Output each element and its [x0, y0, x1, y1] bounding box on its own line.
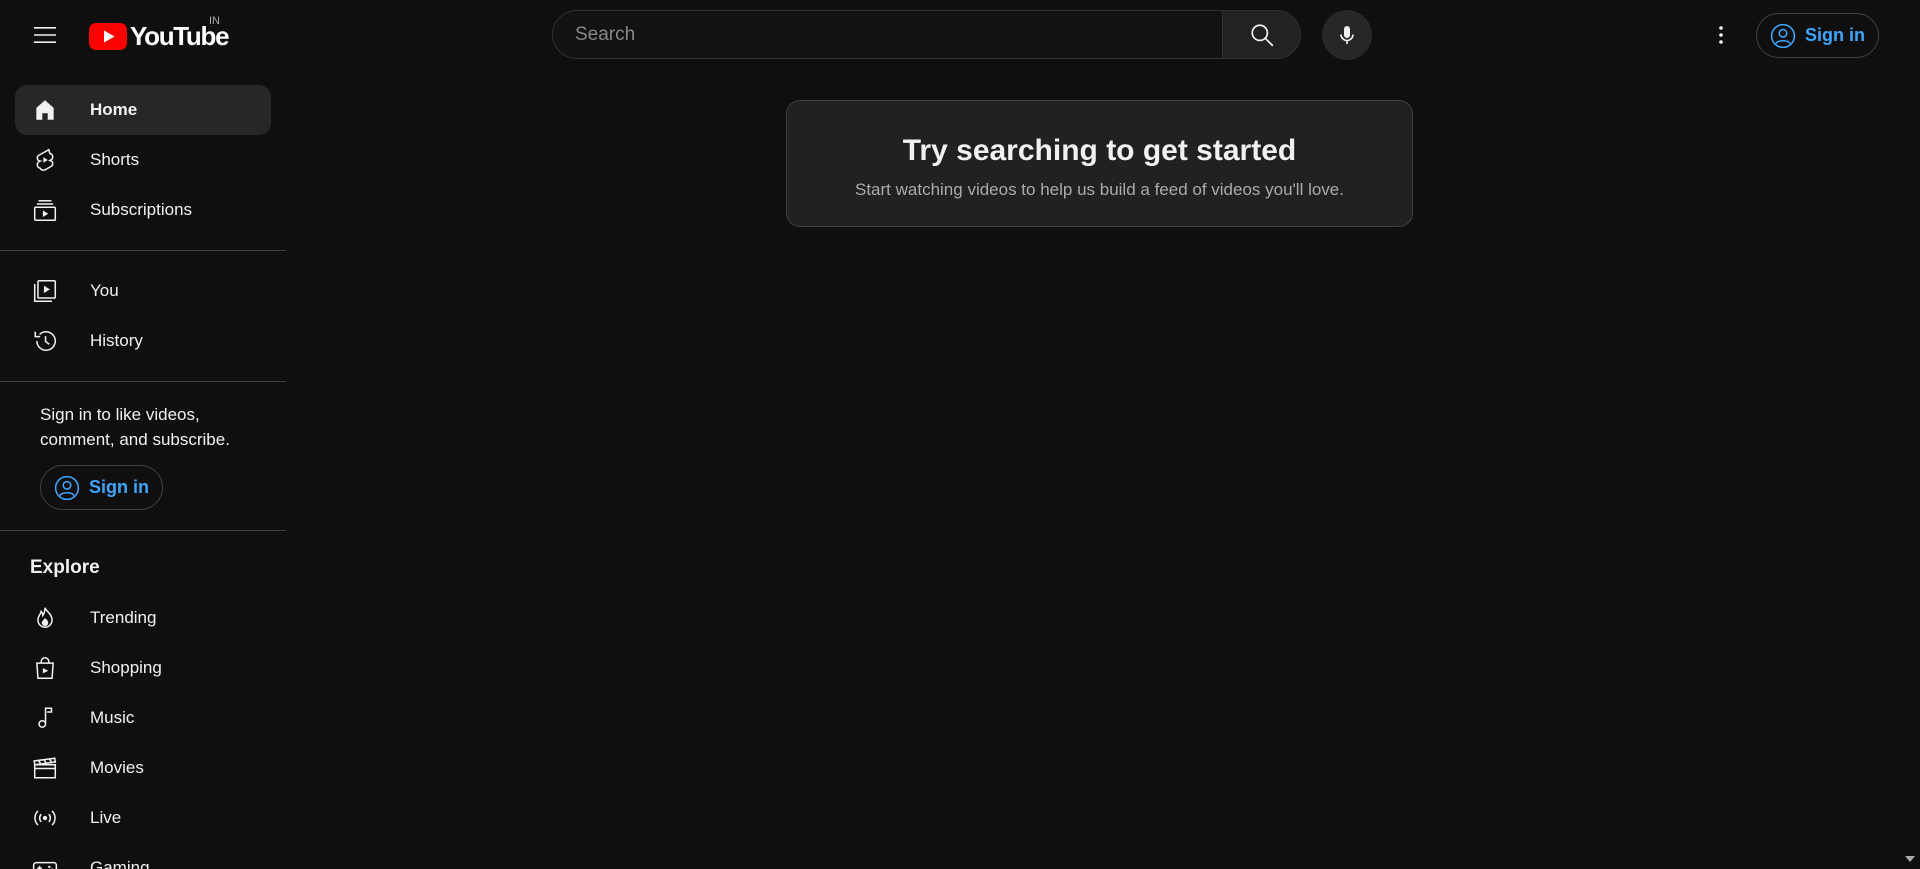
settings-menu-button[interactable]: [1696, 10, 1746, 60]
sidebar-item-label: Gaming: [90, 858, 150, 869]
search-input[interactable]: [573, 22, 1222, 47]
sidebar-item-label: Subscriptions: [90, 200, 193, 219]
movies-icon: [30, 753, 60, 783]
sidebar-item-music[interactable]: Music: [15, 693, 271, 743]
you-icon: [30, 276, 60, 306]
sidebar-item-trending[interactable]: Trending: [15, 593, 271, 643]
shopping-icon: [30, 653, 60, 683]
sidebar-item-label: You: [90, 281, 119, 300]
guide-menu-button[interactable]: [20, 10, 70, 60]
sidebar-item-movies[interactable]: Movies: [15, 743, 271, 793]
header-sign-in-button[interactable]: Sign in: [1756, 13, 1879, 58]
sidebar-item-history[interactable]: History: [15, 316, 271, 366]
more-vertical-icon: [1719, 26, 1723, 44]
subscriptions-icon: [30, 195, 60, 225]
sidebar-item-label: Shorts: [90, 150, 140, 169]
sidebar-item-live[interactable]: Live: [15, 793, 271, 843]
sidebar-signin-section: Sign in to like videos, comment, and sub…: [0, 381, 286, 530]
sidebar-item-you[interactable]: You: [15, 266, 271, 316]
sidebar-primary-section: Home Shorts Subscriptions: [0, 70, 286, 250]
home-icon: [30, 95, 60, 125]
trending-icon: [30, 603, 60, 633]
sidebar-item-label: Live: [90, 808, 122, 827]
sidebar-item-label: Trending: [90, 608, 157, 627]
live-icon: [30, 803, 60, 833]
empty-feed-title: Try searching to get started: [902, 134, 1297, 167]
gaming-icon: [30, 853, 60, 869]
sidebar-item-label: Music: [90, 708, 135, 727]
sidebar: Home Shorts Subscriptions You History Si…: [0, 70, 286, 869]
signin-prompt-text: Sign in to like videos, comment, and sub…: [40, 405, 230, 449]
sidebar-item-home[interactable]: Home: [15, 85, 271, 135]
chevron-down-icon: [1905, 856, 1915, 862]
microphone-icon: [1340, 26, 1354, 44]
youtube-play-icon: [89, 22, 127, 50]
account-circle-icon: [54, 475, 80, 500]
scroll-down-arrow[interactable]: [1904, 853, 1916, 865]
sidebar-item-label: Home: [90, 100, 138, 119]
history-icon: [30, 326, 60, 356]
country-code: IN: [209, 15, 220, 27]
sidebar-item-label: History: [90, 331, 143, 350]
sidebar-item-label: Shopping: [90, 658, 162, 677]
sidebar-item-subscriptions[interactable]: Subscriptions: [15, 185, 271, 235]
search-box[interactable]: [552, 10, 1222, 59]
masthead: YouTube IN Sig: [0, 0, 1920, 70]
sidebar-sign-in-label: Sign in: [89, 477, 149, 497]
shorts-icon: [30, 145, 60, 175]
voice-search-button[interactable]: [1322, 10, 1372, 60]
account-circle-icon: [1770, 23, 1796, 48]
search-button[interactable]: [1222, 10, 1301, 59]
sidebar-library-section: You History: [0, 250, 286, 381]
empty-feed-subtitle: Start watching videos to help us build a…: [855, 180, 1344, 199]
header-sign-in-label: Sign in: [1805, 25, 1865, 45]
explore-heading: Explore: [30, 557, 100, 578]
search-form: [552, 10, 1301, 59]
sidebar-item-shopping[interactable]: Shopping: [15, 643, 271, 693]
sidebar-sign-in-button[interactable]: Sign in: [40, 465, 163, 510]
search-icon: [1250, 23, 1273, 46]
sidebar-explore-section: Explore Trending Shopping Music Movies L…: [0, 530, 286, 869]
sidebar-item-shorts[interactable]: Shorts: [15, 135, 271, 185]
hamburger-menu-icon: [34, 27, 56, 43]
youtube-logo[interactable]: YouTube: [89, 19, 230, 53]
empty-feed-card: Try searching to get started Start watch…: [786, 100, 1413, 227]
sidebar-item-label: Movies: [90, 758, 144, 777]
sidebar-item-gaming[interactable]: Gaming: [15, 843, 271, 869]
music-icon: [30, 703, 60, 733]
